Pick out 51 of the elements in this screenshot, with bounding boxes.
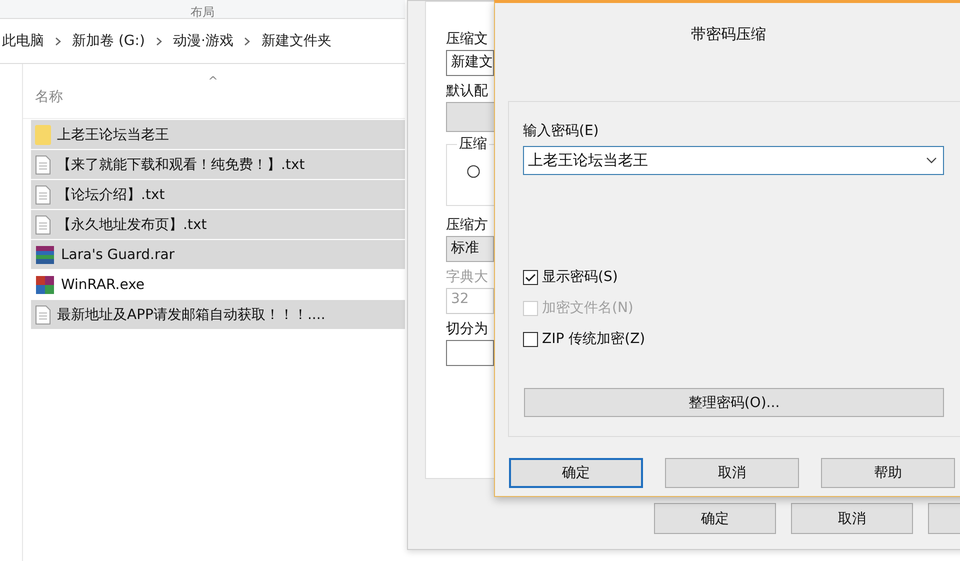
radio-button[interactable] <box>467 165 480 178</box>
dialog-button[interactable]: 确定 <box>654 503 776 534</box>
field-label: 字典大 <box>446 268 488 287</box>
breadcrumb-item[interactable]: 此电脑 <box>2 32 44 50</box>
document-icon <box>35 154 51 174</box>
dialog-title: 带密码压缩 <box>691 25 766 44</box>
file-row[interactable]: 【论坛介绍】.txt <box>31 180 405 209</box>
chevron-icon <box>244 36 250 46</box>
input-field[interactable]: 新建文 <box>446 50 494 76</box>
breadcrumb-item[interactable]: 新加卷 (G:) <box>72 32 145 50</box>
file-name: Lara's Guard.rar <box>61 246 175 262</box>
field-label: 切分为 <box>446 320 488 339</box>
dialog-button[interactable]: 取消 <box>791 503 913 534</box>
field-label: 默认配 <box>446 82 488 101</box>
file-row[interactable]: 【来了就能下载和观看！纯免费！】.txt <box>31 150 405 179</box>
dialog-button[interactable]: 取消 <box>665 458 799 488</box>
dropdown-icon <box>926 157 937 164</box>
dialog-button[interactable]: 帮助 <box>821 458 955 488</box>
field-label: 输入密码(E) <box>523 122 599 140</box>
document-icon <box>35 304 51 324</box>
breadcrumb-item[interactable]: 动漫·游戏 <box>172 32 234 50</box>
column-header[interactable]: 名称 <box>35 88 63 106</box>
file-row[interactable]: 【永久地址发布页】.txt <box>31 210 405 239</box>
file-name: 【永久地址发布页】.txt <box>57 216 207 234</box>
file-row[interactable]: Lara's Guard.rar <box>31 240 405 269</box>
file-row[interactable]: 最新地址及APP请发邮箱自动获取！！！.... <box>31 300 405 329</box>
checkbox[interactable]: 显示密码(S) <box>523 266 646 288</box>
file-name: 【来了就能下载和观看！纯免费！】.txt <box>57 156 305 174</box>
document-icon <box>35 214 51 234</box>
file-name: WinRAR.exe <box>61 276 145 292</box>
file-name: 最新地址及APP请发邮箱自动获取！！！.... <box>57 306 326 324</box>
document-icon <box>35 184 51 204</box>
group-label: 压缩 <box>457 135 489 153</box>
dialog-button[interactable]: 确定 <box>509 458 643 488</box>
checkbox[interactable]: ZIP 传统加密(Z) <box>523 328 646 350</box>
dropdown[interactable]: 标准 <box>446 236 494 262</box>
folder-icon <box>35 124 51 144</box>
file-row[interactable]: 上老王论坛当老王 <box>31 120 405 149</box>
chevron-icon <box>55 36 61 46</box>
chevron-icon <box>156 36 162 46</box>
field-label: 压缩方 <box>446 216 488 235</box>
file-name: 【论坛介绍】.txt <box>57 186 165 204</box>
breadcrumb-item[interactable]: 新建文件夹 <box>261 32 332 50</box>
password-field[interactable]: 上老王论坛当老王 <box>523 146 944 175</box>
file-name: 上老王论坛当老王 <box>57 126 169 144</box>
sort-caret: ^ <box>208 74 218 88</box>
organize-button[interactable]: 整理密码(O)... <box>524 388 944 417</box>
ribbon-group-label: 布局 <box>190 6 214 18</box>
field-label: 压缩文 <box>446 30 488 49</box>
file-row[interactable]: WinRAR.exe <box>31 270 405 299</box>
input-field[interactable] <box>446 340 494 366</box>
